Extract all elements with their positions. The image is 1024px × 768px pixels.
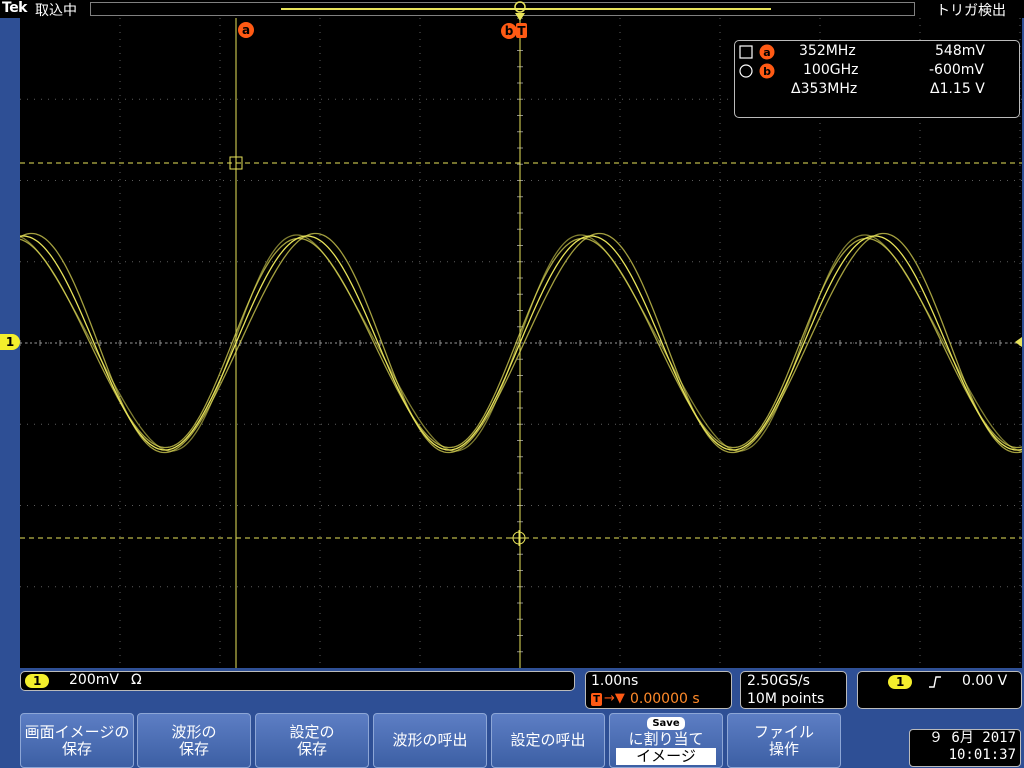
cursor-b-label[interactable]: b [501, 23, 517, 39]
expansion-point-marker [514, 1, 526, 21]
cursor-delta-frequency: Δ353MHz [791, 81, 858, 97]
cursor-readout-panel[interactable]: a 352MHz 548mV b 100GHz -600mV Δ353MHz Δ… [734, 40, 1020, 118]
ground-level-arrow-icon [1015, 337, 1022, 347]
save-screen-image-button[interactable]: 画面イメージの 保存 [20, 713, 134, 768]
time-value: 10:01:37 [948, 747, 1016, 763]
trigger-status: トリガ検出 [936, 3, 1006, 19]
trigger-position-value: 0.00000 s [630, 691, 700, 707]
cursor-b-circle-icon [739, 64, 753, 78]
channel-1-badge: 1 [25, 674, 50, 688]
svg-text:a: a [242, 23, 250, 37]
assign-save-image-button[interactable]: Save に割り当て イメージ [609, 713, 723, 768]
date-time-display: ９ 6月 2017 10:01:37 [909, 729, 1021, 767]
cursor-delta-value: Δ1.15 V [930, 81, 985, 97]
trigger-offset-arrow-icon: →▼ [604, 691, 625, 706]
record-length-value: 10M points [747, 691, 825, 707]
trigger-source-badge: 1 [888, 675, 913, 689]
recall-waveform-button[interactable]: 波形の呼出 [373, 713, 487, 768]
vertical-scale-readout[interactable]: 1 200mV Ω [20, 671, 575, 691]
vertical-scale-value: 200mV [69, 672, 119, 688]
svg-text:T: T [517, 24, 526, 38]
cursor-a-frequency: 352MHz [799, 43, 856, 59]
trigger-position-icon: T [591, 693, 602, 706]
rising-edge-icon [929, 676, 941, 688]
recall-setup-button[interactable]: 設定の呼出 [491, 713, 605, 768]
channel-1-ground-marker[interactable]: 1 [0, 334, 20, 350]
record-view-bar [90, 2, 915, 16]
svg-text:b: b [505, 24, 514, 38]
cursor-a-badge: a [759, 44, 775, 60]
sample-rate-value: 2.50GS/s [747, 673, 810, 689]
impedance-symbol: Ω [131, 672, 142, 688]
horizontal-scale-readout[interactable]: 1.00ns T →▼ 0.00000 s [585, 671, 732, 709]
cursor-a-value: 548mV [935, 43, 985, 59]
trigger-position-marker[interactable]: T [516, 23, 527, 38]
brand-logo: Tek [2, 0, 28, 16]
cursor-b-value: -600mV [929, 62, 984, 78]
file-utilities-button[interactable]: ファイル 操作 [727, 713, 841, 768]
svg-text:b: b [763, 65, 771, 78]
save-badge: Save [647, 716, 685, 730]
save-setup-button[interactable]: 設定の 保存 [255, 713, 369, 768]
cursor-a-label[interactable]: a [238, 22, 254, 38]
trigger-readout[interactable]: 1 0.00 V [857, 671, 1022, 709]
acquisition-readout[interactable]: 2.50GS/s 10M points [740, 671, 847, 709]
cursor-b-badge: b [759, 63, 775, 79]
acquisition-status: 取込中 [35, 3, 77, 19]
cursor-a-square-icon [739, 45, 753, 59]
trigger-level-value: 0.00 V [962, 673, 1008, 689]
horizontal-scale-value: 1.00ns [591, 673, 639, 689]
svg-text:a: a [763, 46, 770, 59]
cursor-b-frequency: 100GHz [803, 62, 859, 78]
save-waveform-button[interactable]: 波形の 保存 [137, 713, 251, 768]
date-value: ９ 6月 2017 [928, 730, 1016, 746]
